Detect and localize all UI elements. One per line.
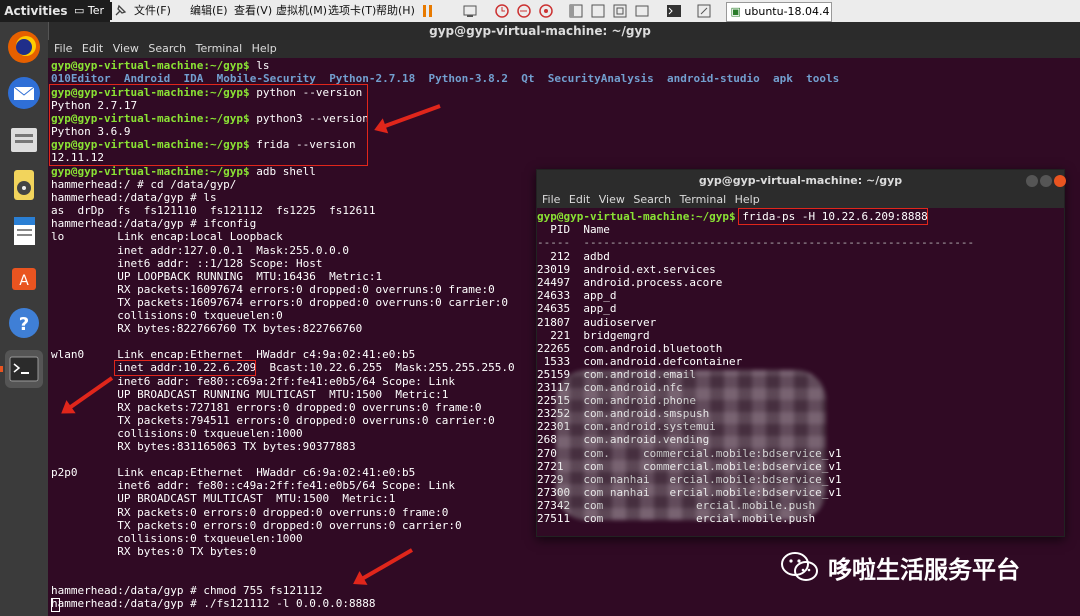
shell-line: RX bytes:0 TX bytes:0	[51, 544, 257, 558]
menu-view[interactable]: View	[599, 193, 625, 206]
menu-help[interactable]: Help	[735, 193, 760, 206]
stretch-icon[interactable]	[696, 3, 712, 19]
shell-line: hammerhead:/data/gyp # chmod 755 fs12111…	[51, 584, 323, 598]
console-view-icon[interactable]	[666, 3, 682, 19]
fullscreen-icon[interactable]	[634, 3, 650, 19]
svg-text:A: A	[19, 273, 29, 289]
ubuntu-dock: A ?	[0, 22, 49, 616]
maximize-icon[interactable]	[1040, 175, 1052, 187]
active-indicator	[0, 366, 3, 372]
ps-row: 212 adbd	[537, 250, 610, 263]
shell-line: hammerhead:/data/gyp # ./fs121112 -l 0.0…	[51, 597, 376, 611]
software-center-icon[interactable]: A	[5, 258, 43, 296]
shell-line: hammerhead:/ # cd /data/gyp/	[51, 178, 237, 191]
menu-edit[interactable]: Edit	[569, 193, 590, 206]
ps-row: 21807 audioserver	[537, 315, 657, 329]
send-keys-icon[interactable]	[462, 3, 478, 19]
highlight-ip	[114, 360, 256, 376]
terminal-menubar: File Edit View Search Terminal Help	[48, 40, 1080, 58]
manage-snapshots-icon[interactable]	[538, 3, 554, 19]
ps-header: PID Name	[537, 223, 610, 236]
thumbnail-icon[interactable]	[590, 3, 606, 19]
shell-line: UP BROADCAST RUNNING MULTICAST MTU:1500 …	[51, 387, 449, 401]
terminal-icon[interactable]	[5, 350, 43, 388]
vm-tab[interactable]: ▣ ubuntu-18.04.4 ×	[726, 2, 832, 36]
shell-line: RX packets:0 errors:0 dropped:0 overruns…	[51, 505, 449, 519]
menu-file[interactable]: File	[542, 193, 560, 206]
snapshot-icon[interactable]	[494, 3, 510, 19]
terminal-tab-stub[interactable]: ▭ Ter	[72, 2, 112, 20]
close-icon[interactable]	[1054, 175, 1066, 187]
libreoffice-writer-icon[interactable]	[5, 212, 43, 250]
menu-terminal[interactable]: Terminal	[680, 193, 727, 206]
prompt-line: gyp@gyp-virtual-machine:~/gyp$ ls	[51, 59, 270, 72]
rhythmbox-icon[interactable]	[5, 166, 43, 204]
thunderbird-icon[interactable]	[5, 74, 43, 112]
shell-line: p2p0 Link encap:Ethernet HWaddr c6:9a:02…	[51, 466, 416, 480]
ps-row: 1533 com.android.defcontainer	[537, 354, 743, 368]
ps-row: 24633 app_d	[537, 289, 617, 303]
shell-line: collisions:0 txqueuelen:1000	[51, 426, 303, 440]
prompt-line: gyp@gyp-virtual-machine:~/gyp$ adb shell	[51, 165, 316, 178]
vmware-toolbar: Activities ▭ Ter 文件(F) 编辑(E) 查看(V) 虚拟机(M…	[0, 0, 1080, 36]
vm-menu-vm[interactable]: 虚拟机(M)	[274, 2, 329, 20]
shell-line: inet addr:127.0.0.1 Mask:255.0.0.0	[51, 243, 350, 257]
shell-line: lo Link encap:Local Loopback	[51, 230, 283, 244]
shell-line: UP LOOPBACK RUNNING MTU:16436 Metric:1	[51, 269, 383, 283]
cursor	[51, 598, 60, 612]
menu-file[interactable]: File	[54, 42, 72, 55]
shell-line: RX packets:727181 errors:0 dropped:0 ove…	[51, 400, 482, 414]
ps-row: 22265 com.android.bluetooth	[537, 341, 723, 355]
files-icon[interactable]	[5, 120, 43, 158]
ps-row: 24497 android.process.acore	[537, 276, 723, 290]
fit-guest-icon[interactable]	[612, 3, 628, 19]
menu-view[interactable]: View	[113, 42, 139, 55]
firefox-icon[interactable]	[5, 28, 43, 66]
vm-menu-edit[interactable]: 编辑(E)	[188, 2, 230, 20]
shell-line: UP BROADCAST MULTICAST MTU:1500 Metric:1	[51, 492, 396, 506]
second-window-title: gyp@gyp-virtual-machine: ~/gyp	[537, 170, 1064, 192]
menu-terminal[interactable]: Terminal	[196, 42, 243, 55]
shell-line: hammerhead:/data/gyp # ifconfig	[51, 217, 257, 231]
shell-line: TX packets:16097674 errors:0 dropped:0 o…	[51, 295, 508, 309]
shell-line: RX packets:16097674 errors:0 dropped:0 o…	[51, 282, 495, 296]
shell-line: hammerhead:/data/gyp # ls	[51, 191, 217, 205]
menu-search[interactable]: Search	[148, 42, 186, 55]
shell-line: collisions:0 txqueuelen:0	[51, 309, 283, 322]
menu-help[interactable]: Help	[252, 42, 277, 55]
shell-line: TX packets:0 errors:0 dropped:0 overruns…	[51, 518, 462, 532]
shell-line: as drDp fs fs121110 fs121112 fs1225 fs12…	[51, 204, 376, 218]
shell-line: RX bytes:831165063 TX bytes:90377883	[51, 440, 356, 453]
highlight-frida-ps	[738, 208, 928, 225]
vm-menu-tabs[interactable]: 选项卡(T)	[326, 2, 378, 20]
pause-icon[interactable]	[420, 3, 436, 19]
watermark-text: 哆啦生活服务平台	[828, 555, 1020, 584]
highlight-versions	[49, 84, 368, 166]
window-title: gyp@gyp-virtual-machine: ~/gyp	[0, 22, 1080, 40]
mosaic-blur	[556, 370, 826, 520]
pin-icon[interactable]	[113, 3, 129, 19]
vm-menu-view[interactable]: 查看(V)	[232, 2, 274, 20]
shell-line: collisions:0 txqueuelen:1000	[51, 531, 303, 545]
watermark: 哆啦生活服务平台	[780, 542, 1020, 592]
menu-edit[interactable]: Edit	[82, 42, 103, 55]
ps-row: 24635 app_d	[537, 302, 617, 316]
shell-line: inet6 addr: fe80::c49a:2ff:fe41:e0b5/64 …	[51, 479, 455, 493]
help-icon[interactable]: ?	[5, 304, 43, 342]
svg-text:?: ?	[19, 314, 29, 335]
vm-menu-file[interactable]: 文件(F)	[132, 2, 173, 20]
shell-line: inet6 addr: ::1/128 Scope: Host	[51, 256, 323, 270]
shell-line: RX bytes:822766760 TX bytes:822766760	[51, 322, 363, 336]
second-window-menubar: File Edit View Search Terminal Help	[537, 192, 1064, 208]
ps-separator: ----- ----------------------------------…	[537, 236, 975, 249]
minimize-icon[interactable]	[1026, 175, 1038, 187]
ps-row: 221 bridgemgrd	[537, 328, 650, 342]
vm-menu-help[interactable]: 帮助(H)	[374, 2, 417, 20]
shell-line: TX packets:794511 errors:0 dropped:0 ove…	[51, 413, 495, 427]
wechat-icon	[780, 550, 820, 584]
revert-snapshot-icon[interactable]	[516, 3, 532, 19]
menu-search[interactable]: Search	[633, 193, 671, 206]
library-icon[interactable]	[568, 3, 584, 19]
ps-row: 23019 android.ext.services	[537, 263, 716, 277]
